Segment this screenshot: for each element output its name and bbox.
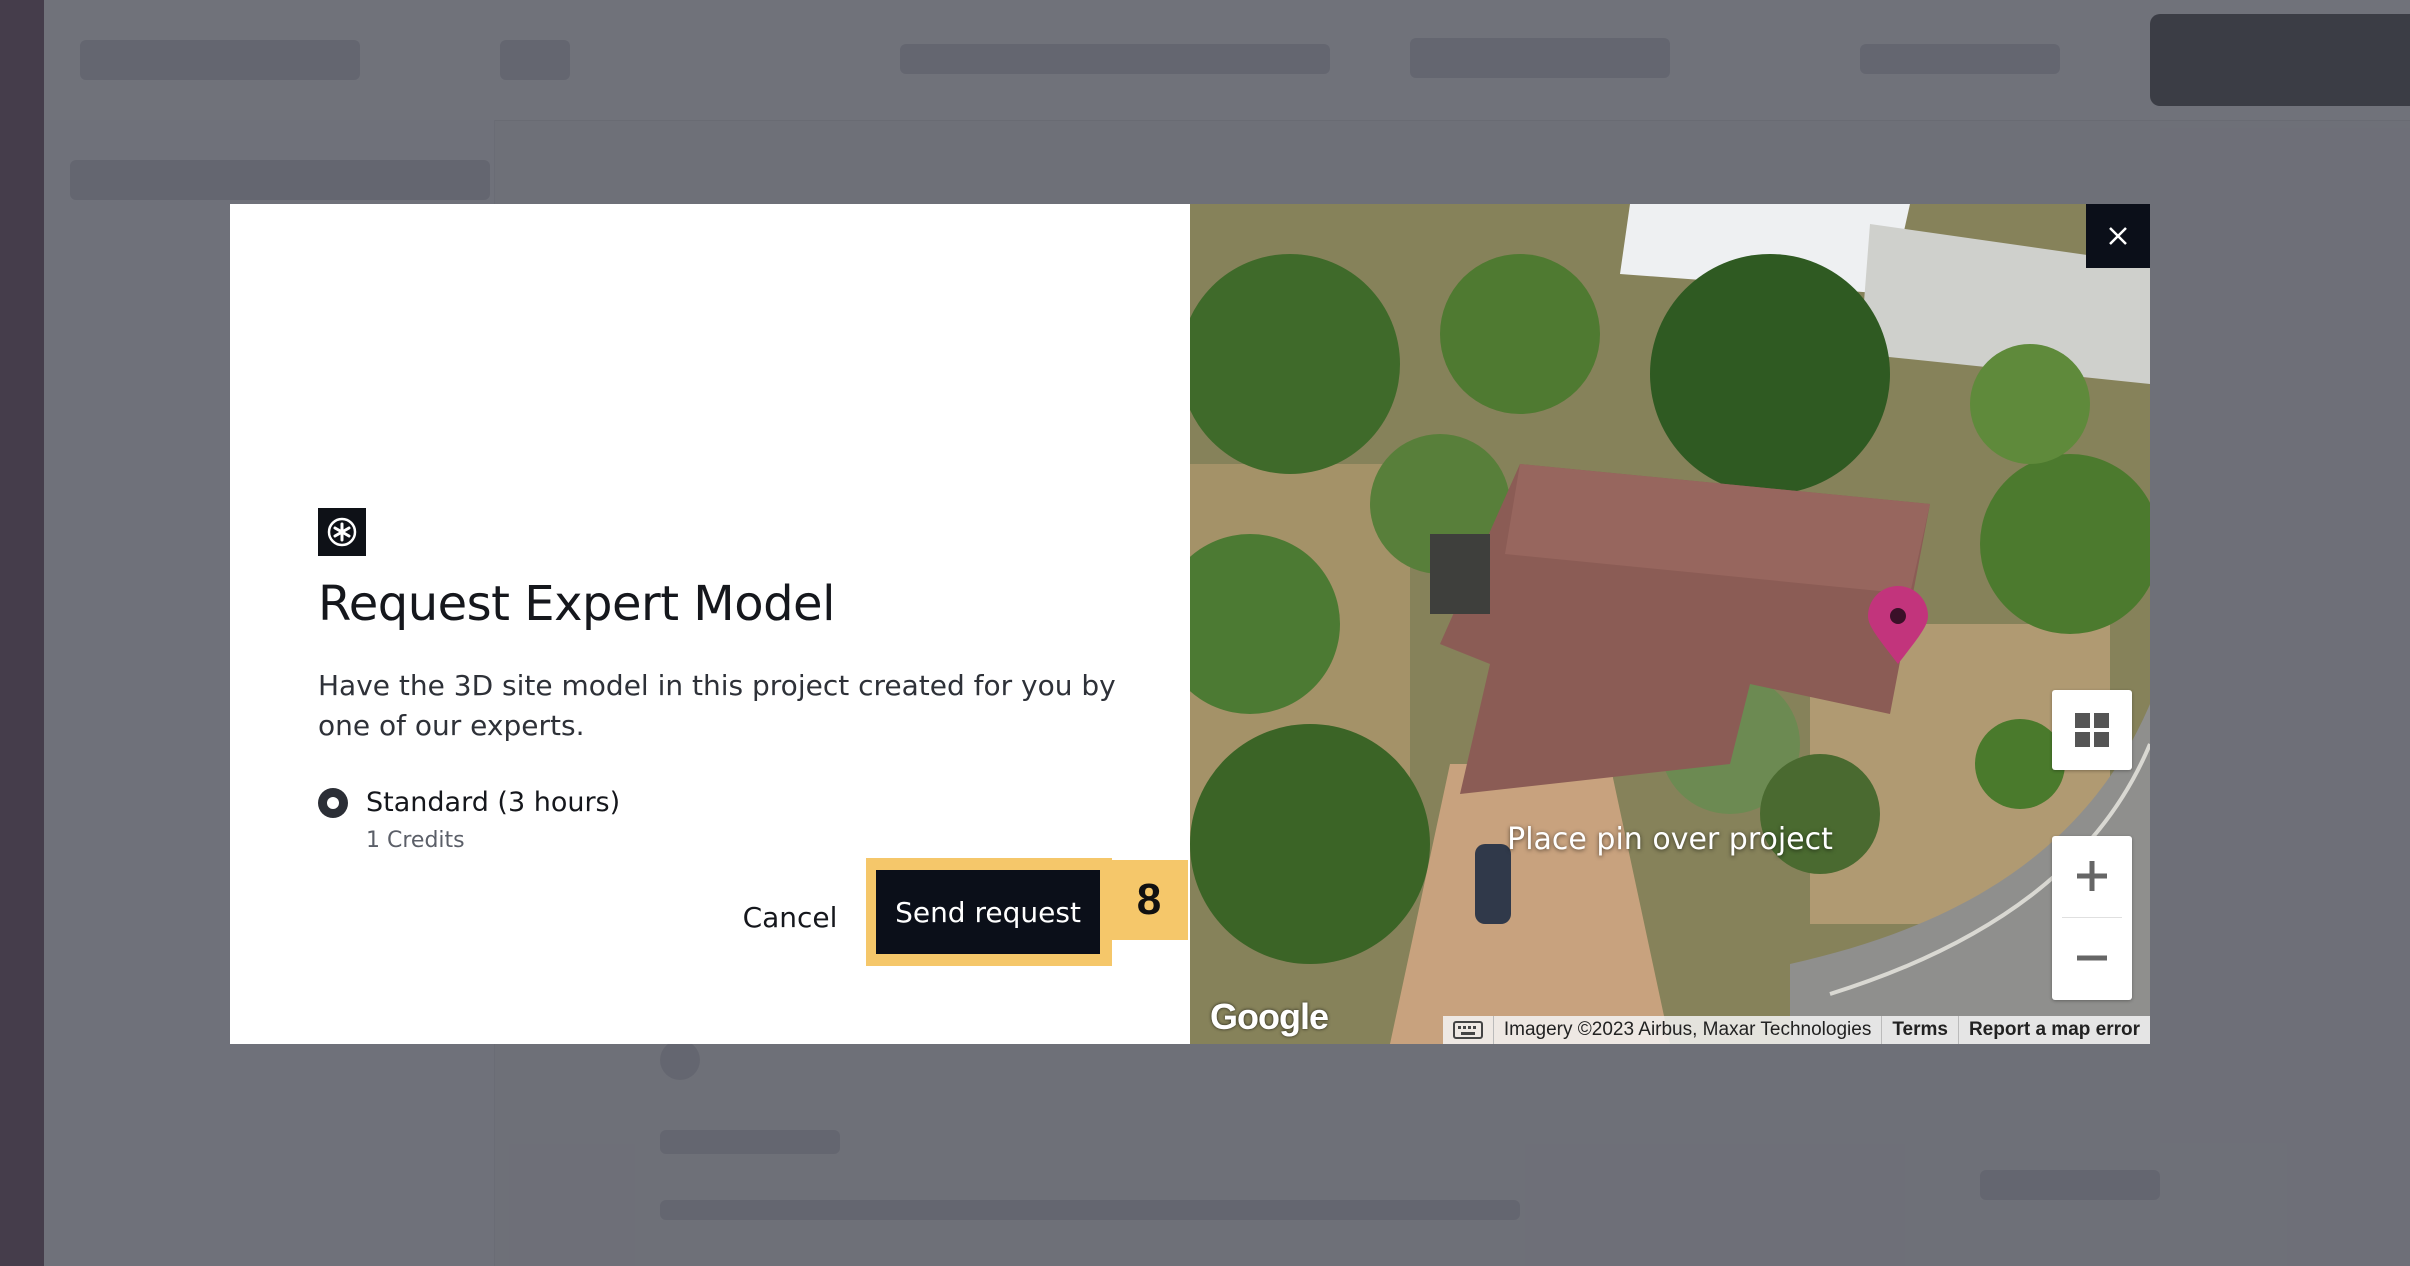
request-expert-model-dialog: Request Expert Model Have the 3D site mo… — [230, 204, 2150, 1044]
satellite-imagery — [1190, 204, 2150, 1044]
send-request-button[interactable]: Send request — [876, 870, 1100, 954]
zoom-out-icon[interactable] — [2052, 918, 2132, 998]
asterisk-logo-icon — [318, 508, 366, 556]
step-number-badge: 8 — [1110, 860, 1188, 940]
map-type-toggle-icon[interactable] — [2052, 690, 2132, 770]
imagery-credit: Imagery ©2023 Airbus, Maxar Technologies — [1492, 1016, 1881, 1044]
zoom-controls — [2052, 836, 2132, 1000]
dialog-description: Have the 3D site model in this project c… — [318, 669, 1116, 742]
google-logo: Google — [1210, 996, 1329, 1037]
map-attribution-bar: Imagery ©2023 Airbus, Maxar Technologies… — [1442, 1016, 2150, 1044]
send-request-highlight: Send request — [866, 858, 1112, 966]
close-icon[interactable] — [2086, 204, 2150, 268]
radio-button-selected[interactable] — [318, 788, 348, 818]
cancel-button[interactable]: Cancel — [720, 892, 860, 942]
map-pin-icon[interactable] — [1866, 586, 1930, 666]
place-pin-hint: Place pin over project — [1507, 822, 1833, 857]
option-label: Standard (3 hours) — [366, 787, 621, 818]
dialog-title: Request Expert Model — [318, 576, 835, 632]
zoom-in-icon[interactable] — [2052, 836, 2132, 916]
satellite-map[interactable]: Place pin over project Google Imagery ©2… — [1190, 204, 2150, 1044]
terms-link[interactable]: Terms — [1881, 1016, 1958, 1044]
option-credits: 1 Credits — [366, 828, 465, 853]
dialog-content: Request Expert Model Have the 3D site mo… — [230, 204, 1190, 1044]
keyboard-shortcuts-icon[interactable] — [1443, 1016, 1493, 1044]
report-map-error-link[interactable]: Report a map error — [1957, 1016, 2150, 1044]
standard-option[interactable]: Standard (3 hours) 1 Credits — [318, 782, 620, 856]
